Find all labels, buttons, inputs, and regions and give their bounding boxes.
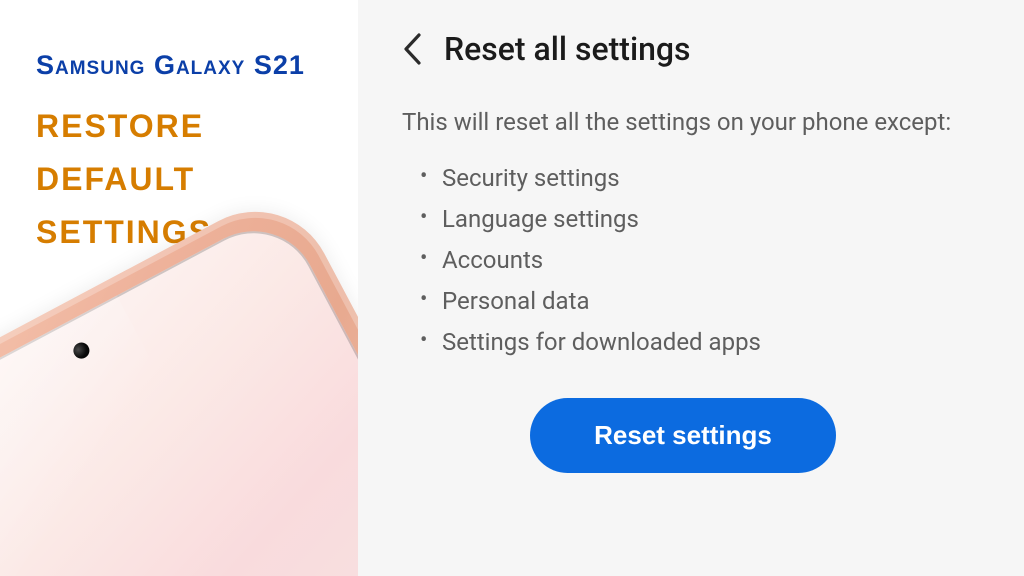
phone-screen	[0, 209, 358, 576]
tutorial-title-line-1: restore	[36, 95, 358, 148]
reset-settings-button[interactable]: Reset settings	[530, 398, 836, 473]
reset-description: This will reset all the settings on your…	[402, 106, 964, 138]
tutorial-title-line-2: default	[36, 148, 358, 201]
phone-screen-glare	[0, 260, 257, 576]
list-item: Security settings	[420, 158, 964, 199]
list-item: Accounts	[420, 240, 964, 281]
device-name: Samsung Galaxy S21	[0, 0, 358, 81]
screen-title: Reset all settings	[444, 30, 691, 68]
promo-panel: Samsung Galaxy S21 restore default setti…	[0, 0, 358, 576]
screen-header: Reset all settings	[402, 30, 964, 68]
list-item: Settings for downloaded apps	[420, 322, 964, 363]
action-row: Reset settings	[402, 398, 964, 473]
settings-screen: Reset all settings This will reset all t…	[358, 0, 1024, 576]
list-item: Personal data	[420, 281, 964, 322]
exceptions-list: Security settings Language settings Acco…	[402, 158, 964, 362]
back-icon[interactable]	[402, 32, 422, 66]
list-item: Language settings	[420, 199, 964, 240]
